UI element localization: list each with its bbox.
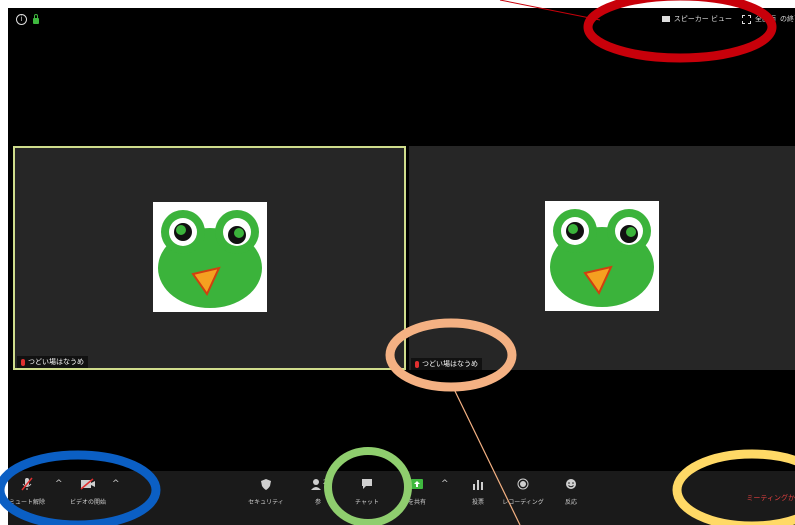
start-video-button[interactable]: ビデオの開始	[63, 477, 113, 506]
participants-button[interactable]: 2 参	[293, 477, 343, 506]
unmute-button[interactable]: ミュート解除	[8, 477, 52, 506]
chat-button[interactable]: チャット	[342, 477, 392, 506]
start-video-label: ビデオの開始	[69, 499, 106, 506]
participants-count-badge: 2	[323, 479, 327, 486]
shield-icon	[260, 477, 272, 491]
unmute-label: ミュート解除	[8, 499, 45, 506]
video-off-icon	[80, 477, 96, 491]
mic-muted-icon	[21, 358, 25, 366]
leave-meeting-label: ミーティングから退	[746, 494, 795, 502]
share-screen-button[interactable]: を共有	[392, 477, 442, 506]
video-options-chevron-up-icon[interactable]: ^	[112, 479, 120, 489]
chat-bubble-icon	[361, 477, 373, 491]
bar-chart-icon	[472, 477, 484, 491]
top-right-controls: スピーカー ビュー 全画面 の終了	[661, 14, 795, 24]
video-tile-1[interactable]: つどい場はなうめ	[13, 146, 406, 370]
audio-options-chevron-up-icon[interactable]: ^	[55, 479, 63, 489]
mic-muted-icon	[21, 477, 33, 491]
share-screen-label: を共有	[407, 499, 426, 506]
leave-meeting-button[interactable]: ミーティングから退	[746, 493, 795, 503]
mic-muted-icon	[415, 360, 419, 368]
meeting-window: i スピーカー ビュー 全画面 の終了 つどい場	[8, 8, 795, 525]
info-icon[interactable]: i	[16, 14, 27, 25]
security-button[interactable]: セキュリティ	[241, 477, 291, 506]
video-tile-2[interactable]: つどい場はなうめ	[409, 146, 795, 370]
share-screen-icon	[410, 477, 424, 491]
emoji-icon	[565, 477, 577, 491]
participant-name-label: つどい場はなうめ	[411, 358, 482, 370]
share-options-chevron-up-icon[interactable]: ^	[441, 479, 449, 489]
record-icon	[517, 477, 529, 491]
participant-name: つどい場はなうめ	[28, 358, 84, 366]
speaker-view-icon	[661, 16, 670, 22]
security-label: セキュリティ	[248, 499, 284, 506]
polls-button[interactable]: 投票	[453, 477, 503, 506]
exit-fullscreen-label: の終了	[780, 15, 795, 23]
speaker-view-label: スピーカー ビュー	[673, 15, 732, 23]
frog-avatar-image	[152, 202, 267, 312]
lock-icon[interactable]	[33, 14, 39, 24]
participant-name: つどい場はなうめ	[422, 360, 478, 368]
participant-name-label: つどい場はなうめ	[17, 356, 88, 368]
reactions-button[interactable]: 反応	[546, 477, 596, 506]
frog-avatar-image	[545, 201, 659, 311]
polls-label: 投票	[471, 499, 484, 506]
fullscreen-label: 全画面	[755, 15, 776, 23]
reactions-label: 反応	[564, 499, 577, 506]
meeting-toolbar: ミュート解除 ^ ビデオの開始 ^ セキュリティ 2 参 チャット を共有 ^ …	[8, 471, 795, 525]
chat-label: チャット	[355, 499, 379, 506]
participants-label: 参	[314, 499, 321, 506]
recording-button[interactable]: レコーディング	[498, 477, 548, 506]
fullscreen-icon	[742, 14, 751, 24]
top-left-status: i	[16, 14, 39, 25]
exit-fullscreen-button[interactable]: 全画面 の終了	[742, 14, 795, 24]
speaker-view-button[interactable]: スピーカー ビュー	[661, 14, 732, 24]
recording-label: レコーディング	[502, 499, 544, 506]
